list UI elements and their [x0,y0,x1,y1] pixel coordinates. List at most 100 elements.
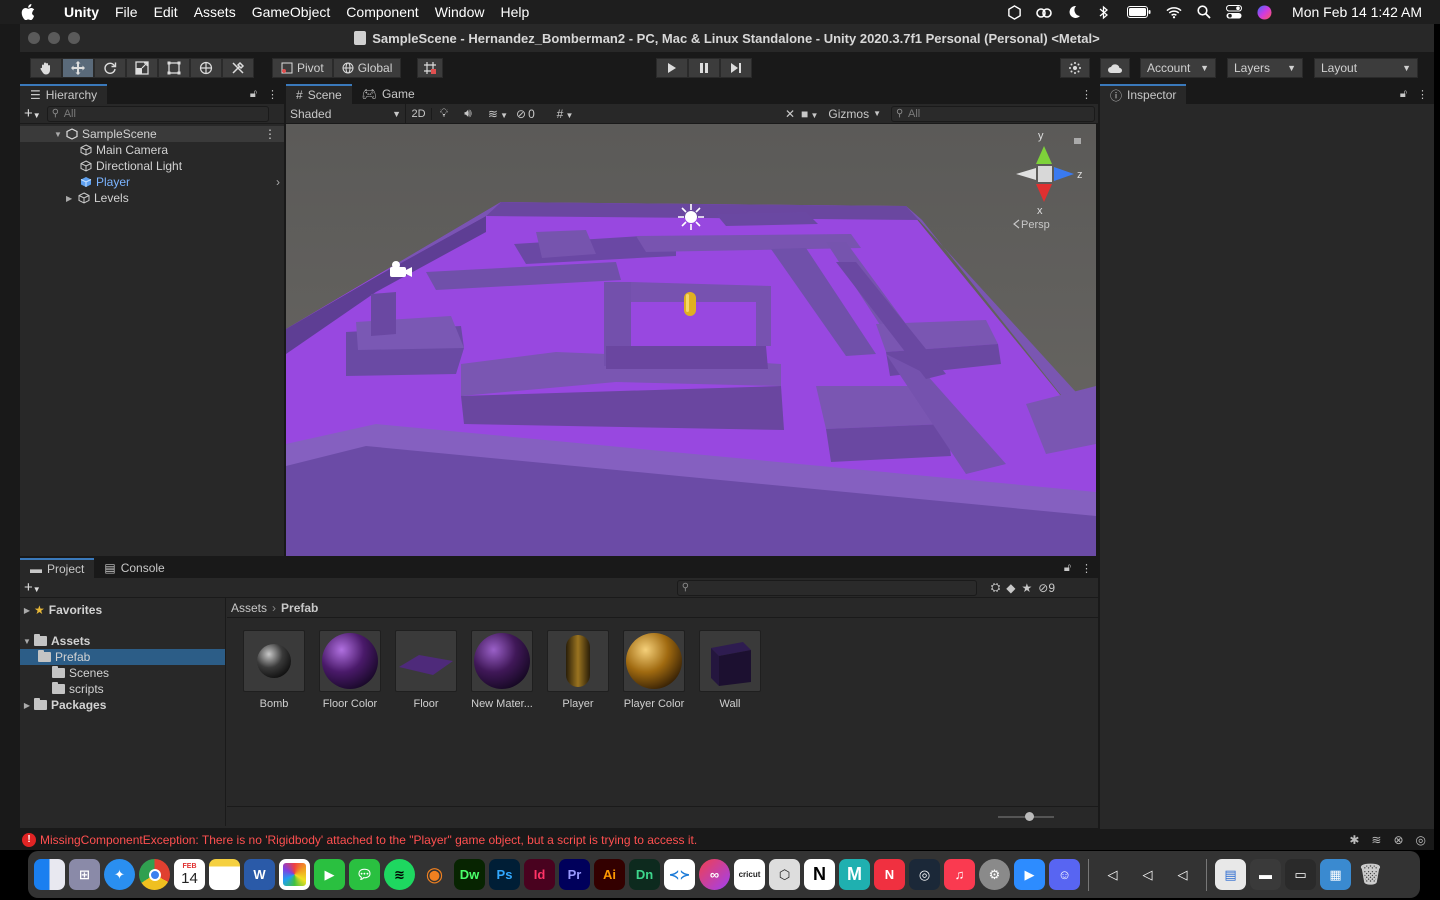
cricut-icon[interactable]: cricut [734,859,765,890]
battery-icon[interactable] [1126,4,1152,20]
more-options-icon[interactable]: ⋮ [1081,88,1092,101]
breadcrumb-prefab[interactable]: Prefab [281,601,318,615]
rotate-tool-button[interactable] [94,58,126,78]
bluetooth-icon[interactable] [1096,4,1112,20]
more-options-icon[interactable]: ⋮ [267,88,278,101]
trash-icon[interactable]: 🗑︎ [1355,859,1386,890]
global-toggle-button[interactable]: Global [332,58,402,78]
news-icon[interactable]: N [874,859,905,890]
progress-check-icon[interactable]: ◎ [1416,833,1426,847]
asset-bomb[interactable]: Bomb [243,630,305,710]
blender-icon[interactable]: ◉ [419,859,450,890]
system-settings-icon[interactable]: ⚙ [979,859,1010,890]
lock-icon[interactable]: 🔓︎ [1064,562,1071,575]
scene-viewport[interactable]: y z x Persp [286,124,1096,556]
photos-icon[interactable] [279,859,310,890]
expand-arrow-icon[interactable]: ▶ [66,194,78,203]
more-options-icon[interactable]: ⋮ [264,127,276,141]
launchpad-icon[interactable]: ⊞ [69,859,100,890]
layers-dropdown[interactable]: Layers ▼ [1227,58,1303,78]
menubar-clock[interactable]: Mon Feb 14 1:42 AM [1292,4,1422,20]
expand-arrow-icon[interactable]: ▼ [20,637,34,646]
tab-console[interactable]: ▤ Console [94,558,174,578]
illustrator-icon[interactable]: Ai [594,859,625,890]
menu-help[interactable]: Help [492,0,537,24]
expand-arrow-icon[interactable]: ▶ [20,701,34,710]
dimension-icon[interactable]: Dn [629,859,660,890]
tree-scripts[interactable]: scripts [20,681,225,697]
tools-icon[interactable]: ✕ [785,107,795,121]
projection-label[interactable]: Persp [1021,219,1050,231]
tab-scene[interactable]: # Scene [286,84,352,104]
gizmo-center-cube[interactable] [1038,166,1052,182]
dreamweaver-icon[interactable]: Dw [454,859,485,890]
hidden-objects-toggle[interactable]: ⊘ 0 [516,107,548,121]
word-icon[interactable]: W [244,859,275,890]
more-options-icon[interactable]: ⋮ [1417,88,1428,101]
tab-game[interactable]: 🎮︎ Game [352,84,425,104]
facetime-icon[interactable]: ▶ [314,859,345,890]
tree-prefab[interactable]: Prefab [20,649,225,665]
account-dropdown[interactable]: Account ▼ [1140,58,1216,78]
transform-tool-button[interactable] [190,58,222,78]
collab-button[interactable] [1060,58,1090,78]
tab-project[interactable]: ▬ Project [20,558,95,578]
asset-floor[interactable]: Floor [395,630,457,710]
grid-snap-button[interactable] [417,58,444,78]
pause-button[interactable] [688,58,720,78]
expand-arrow-icon[interactable]: ▶ [20,606,34,615]
lock-icon[interactable] [1074,138,1081,144]
layout-dropdown[interactable]: Layout ▼ [1314,58,1418,78]
unity-window-icon[interactable]: ◁ [1097,859,1128,890]
tree-assets[interactable]: ▼ Assets [20,633,225,649]
preview-document-icon[interactable]: ▤ [1215,859,1246,890]
expand-arrow-icon[interactable]: ▼ [54,130,66,139]
asset-player-color[interactable]: Player Color [623,630,685,710]
menu-window[interactable]: Window [427,0,493,24]
premiere-icon[interactable]: Pr [559,859,590,890]
menu-assets[interactable]: Assets [186,0,244,24]
camera-dropdown[interactable]: ■ ▼ [801,107,818,121]
grid-dropdown[interactable]: # ▼ [548,107,582,121]
player-capsule[interactable] [684,292,696,316]
create-plus-button[interactable]: +▼ [24,105,41,122]
hierarchy-item-directional-light[interactable]: Directional Light [20,158,284,174]
menu-app-unity[interactable]: Unity [56,0,107,24]
control-center-icon[interactable] [1226,4,1243,20]
breadcrumb-assets[interactable]: Assets [231,601,267,615]
hierarchy-item-main-camera[interactable]: Main Camera [20,142,284,158]
hierarchy-item-levels[interactable]: ▶ Levels [20,190,284,206]
step-button[interactable] [720,58,752,78]
menu-component[interactable]: Component [338,0,426,24]
hand-tool-button[interactable] [30,58,62,78]
menu-file[interactable]: File [107,0,146,24]
pivot-toggle-button[interactable]: Pivot [272,58,333,78]
menu-gameobject[interactable]: GameObject [244,0,339,24]
indesign-icon[interactable]: Id [524,859,555,890]
play-button[interactable] [656,58,688,78]
hidden-packages-toggle[interactable]: ⊘9 [1038,581,1055,595]
debug-bug-icon[interactable]: ✱ [1349,833,1359,847]
asset-floor-color[interactable]: Floor Color [319,630,381,710]
asset-wall[interactable]: Wall [699,630,761,710]
lock-icon[interactable]: 🔓︎ [1400,88,1407,101]
wifi-icon[interactable] [1166,4,1182,20]
lock-icon[interactable]: 🔓︎ [250,88,257,101]
unity-status-icon[interactable] [1006,4,1022,20]
music-icon[interactable]: ♫ [944,859,975,890]
photoshop-icon[interactable]: Ps [489,859,520,890]
2d-mode-toggle[interactable]: 2D [406,107,432,120]
tab-hierarchy[interactable]: ☰ Hierarchy [20,84,108,104]
minimized-window-icon[interactable]: ▬ [1250,859,1281,890]
minimized-window-icon[interactable]: ▦ [1320,859,1351,890]
unity-window-icon[interactable]: ◁ [1132,859,1163,890]
chevron-right-icon[interactable]: › [276,175,280,189]
gizmos-dropdown[interactable]: Gizmos ▼ [824,107,885,121]
hierarchy-scene-row[interactable]: ▼ SampleScene ⋮ [20,126,284,142]
cloud-button[interactable] [1100,58,1130,78]
favorite-star-icon[interactable]: ★ [1022,581,1033,595]
slider-handle[interactable] [1025,812,1034,821]
calendar-icon[interactable]: FEB 14 [174,859,205,890]
menu-edit[interactable]: Edit [146,0,186,24]
scale-tool-button[interactable] [126,58,158,78]
